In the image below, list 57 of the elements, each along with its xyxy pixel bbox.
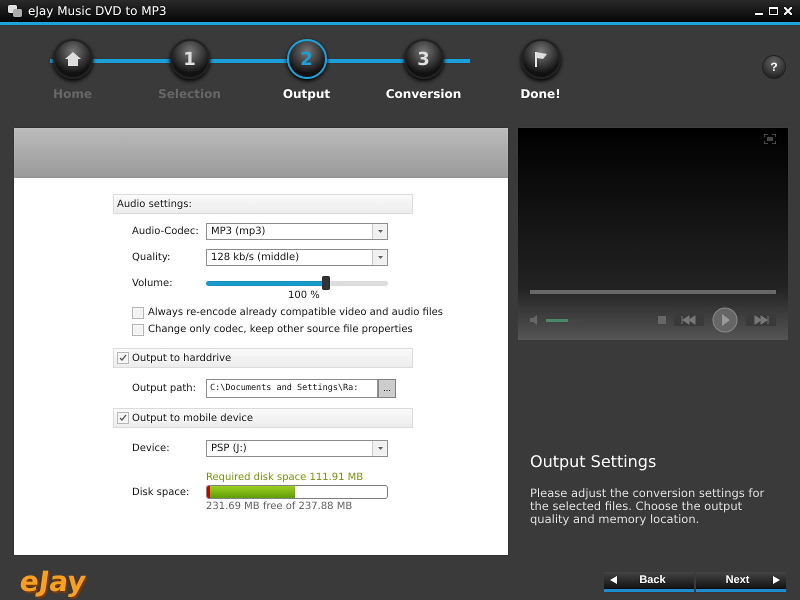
step-number: 2: [300, 48, 313, 70]
step-number: 1: [183, 48, 196, 70]
back-button[interactable]: Back: [604, 572, 694, 592]
step-button[interactable]: 3: [404, 39, 444, 79]
field-label: Disk space:: [132, 486, 190, 498]
browse-button[interactable]: ...: [378, 378, 396, 398]
right-arrow-icon: [773, 576, 780, 584]
home-icon: [64, 52, 80, 66]
step-label: Done!: [520, 87, 561, 101]
checkbox[interactable]: [132, 306, 144, 318]
checkbox-label: Output to mobile device: [132, 412, 254, 424]
free-space-text: 231.69 MB free of 237.88 MB: [205, 501, 354, 512]
slider-thumb[interactable]: [322, 276, 330, 290]
info-text: Please adjust the conversion settings for the selected files. Choose the output quality and memory location.: [530, 487, 766, 526]
volume-reading: 100 %: [288, 290, 320, 301]
play-icon[interactable]: [712, 307, 738, 333]
dropdown-field[interactable]: MP3 (mp3): [206, 222, 388, 240]
maximize-icon[interactable]: [769, 7, 778, 15]
required-space-text: Required disk space 111.91 MB: [205, 472, 364, 483]
fullscreen-icon[interactable]: [764, 134, 776, 144]
checkbox-label: Always re-encode already compatible video and audio files: [148, 307, 443, 318]
checkbox[interactable]: [132, 324, 144, 336]
step-number: 3: [417, 48, 430, 70]
checkbox[interactable]: [117, 352, 129, 364]
caret-icon: [378, 256, 382, 258]
flag-icon: [534, 51, 548, 67]
checkbox[interactable]: [117, 412, 129, 424]
previous-icon[interactable]: [674, 314, 704, 326]
field-label: Quality:: [132, 252, 172, 262]
step-label: Conversion: [386, 87, 462, 101]
field-label: Device:: [132, 442, 171, 454]
section-title: Audio settings:: [117, 198, 192, 210]
dropdown-field[interactable]: PSP (J:): [206, 440, 388, 456]
left-arrow-icon: [610, 576, 617, 584]
app-icon: [8, 5, 22, 17]
field-label: Output path:: [132, 382, 198, 394]
checkbox-label: Change only codec, keep other source file properties: [148, 324, 413, 335]
dropdown-field[interactable]: 128 kb/s (middle): [206, 248, 388, 266]
next-button[interactable]: Next: [696, 572, 786, 592]
help-button[interactable]: ?: [762, 55, 786, 79]
caret-icon: [378, 230, 382, 232]
field-label: Audio-Codec:: [132, 226, 200, 236]
volume-slider[interactable]: [206, 276, 388, 290]
caret-icon: [378, 446, 382, 450]
field-label: Volume:: [132, 278, 174, 288]
window-title: eJay Music DVD to MP3: [28, 4, 168, 18]
step-label: Output: [282, 87, 330, 101]
step-button[interactable]: [520, 39, 560, 79]
close-icon[interactable]: [784, 7, 792, 15]
checkbox-label: Output to harddrive: [132, 352, 232, 364]
logo: eJay: [16, 565, 90, 598]
info-title: Output Settings: [530, 452, 658, 471]
dropdown-button[interactable]: [372, 224, 387, 238]
next-icon[interactable]: [746, 314, 776, 326]
dropdown-button[interactable]: [372, 250, 387, 264]
dropdown-button[interactable]: [372, 440, 387, 456]
path-field[interactable]: C:\Documents and Settings\Ra:: [206, 378, 378, 398]
